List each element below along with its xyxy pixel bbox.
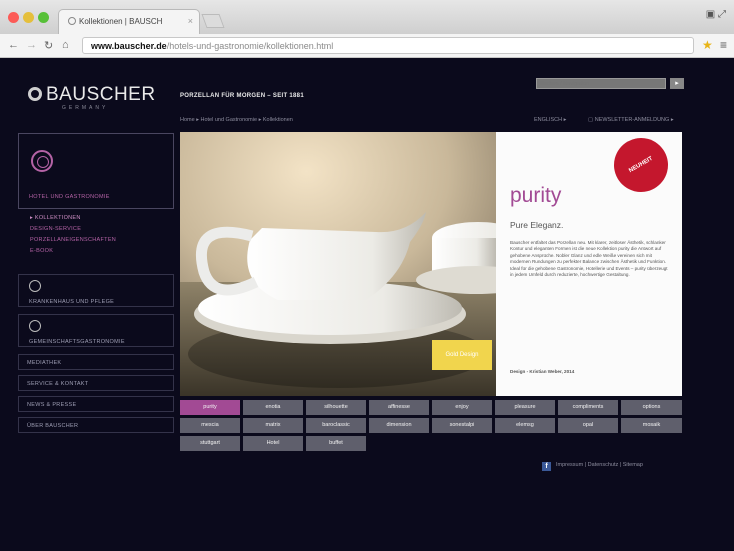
collection-opal[interactable]: opal (558, 418, 618, 433)
footer-link-list[interactable]: Impressum | Datenschutz | Sitemap (556, 462, 643, 468)
favicon-icon (68, 17, 76, 25)
url-path: /hotels-und-gastronomie/kollektionen.htm… (166, 41, 334, 51)
collection-mescia[interactable]: mescia (180, 418, 240, 433)
logo-mark-icon (28, 87, 42, 101)
tab-title: Kollektionen | BAUSCH (79, 17, 163, 26)
zoom-window-icon[interactable] (38, 12, 49, 23)
hero-banner: NEUHEIT purity Pure Eleganz. Bauscher en… (180, 132, 682, 396)
sidebar-label: GEMEINSCHAFTSGASTRONOMIE (29, 339, 125, 345)
sidebar-item-service[interactable]: SERVICE & KONTAKT (18, 375, 174, 391)
window-controls-icon[interactable]: ▣ ⤢ (706, 9, 726, 20)
collection-sonestalpi[interactable]: sonestalpi (432, 418, 492, 433)
url-domain: www.bauscher.de (91, 41, 167, 51)
back-arrow-icon[interactable]: ← (8, 39, 19, 51)
minimize-window-icon[interactable] (23, 12, 34, 23)
language-link[interactable]: ENGLISCH ▸ (534, 117, 566, 123)
collection-stuttgart[interactable]: stuttgart (180, 436, 240, 451)
collection-enjoy[interactable]: enjoy (432, 400, 492, 415)
search-button[interactable]: ▸ (670, 78, 684, 89)
circle-icon (29, 280, 41, 292)
newsletter-link[interactable]: ▢ NEWSLETTER-ANMELDUNG ▸ (588, 117, 674, 123)
collection-options[interactable]: options (621, 400, 682, 415)
new-tab-button[interactable] (201, 14, 225, 28)
sidebar-item-mediathek[interactable]: MEDIATHEK (18, 354, 174, 370)
collection-elemsg[interactable]: elemsg (495, 418, 555, 433)
sidebar-item-news[interactable]: NEWS & PRESSE (18, 396, 174, 412)
sidebar-submenu: ▸ KOLLEKTIONEN DESIGN-SERVICE PORZELLANE… (30, 213, 116, 257)
close-window-icon[interactable] (8, 12, 19, 23)
footer-links: f Impressum | Datenschutz | Sitemap (542, 462, 643, 471)
breadcrumb[interactable]: Home ▸ Hotel und Gastronomie ▸ Kollektio… (180, 117, 293, 123)
collection-purity[interactable]: purity (180, 400, 240, 415)
search-input[interactable] (536, 78, 666, 89)
sidebar-item-hotel[interactable]: HOTEL UND GASTRONOMIE (18, 133, 174, 209)
collection-silhouette[interactable]: silhouette (306, 400, 366, 415)
collection-pleasure[interactable]: pleasure (495, 400, 555, 415)
submenu-item-ebook[interactable]: E-BOOK (30, 246, 116, 257)
site-tagline: PORZELLAN FÜR MORGEN – SEIT 1881 (180, 93, 304, 99)
collection-subtitle: Pure Eleganz. (510, 220, 564, 230)
collection-description: Bauscher entfaltet das Porzellan neu. Mi… (510, 240, 668, 278)
website: BAUSCHER GERMANY PORZELLAN FÜR MORGEN – … (0, 58, 734, 551)
browser-menu-icon[interactable]: ≡ (720, 38, 727, 52)
sidebar-item-ueber[interactable]: ÜBER BAUSCHER (18, 417, 174, 433)
browser-toolbar: ← → ↻ ⌂ www.bauscher.de/hotels-und-gastr… (0, 34, 734, 58)
circle-icon (29, 320, 41, 332)
collection-dimension[interactable]: dimension (369, 418, 429, 433)
sidebar-item-gemeinschaftsgastronomie[interactable]: GEMEINSCHAFTSGASTRONOMIE (18, 314, 174, 347)
sidebar-item-krankenhaus[interactable]: KRANKENHAUS UND PFLEGE (18, 274, 174, 307)
submenu-item-porzellaneigenschaften[interactable]: PORZELLANEIGENSCHAFTEN (30, 235, 116, 246)
forward-arrow-icon[interactable]: → (26, 39, 37, 51)
bauscher-logo[interactable]: BAUSCHER (28, 84, 156, 106)
sidebar-label: KRANKENHAUS UND PFLEGE (29, 299, 115, 305)
collection-buffet[interactable]: buffet (306, 436, 366, 451)
logo-subtitle: GERMANY (62, 105, 109, 111)
tab-close-icon[interactable]: × (188, 16, 193, 26)
collection-matrix[interactable]: matrix (243, 418, 303, 433)
reload-icon[interactable]: ↻ (44, 39, 53, 52)
hotel-circle-icon (31, 150, 53, 172)
logo-text: BAUSCHER (46, 84, 156, 105)
address-bar[interactable]: www.bauscher.de/hotels-und-gastronomie/k… (82, 37, 694, 54)
collection-affinesse[interactable]: affinesse (369, 400, 429, 415)
browser-tab[interactable]: Kollektionen | BAUSCH × (58, 9, 200, 34)
collection-title: purity (510, 184, 562, 207)
browser-tab-bar: Kollektionen | BAUSCH × ▣ ⤢ (0, 0, 734, 34)
submenu-item-design-service[interactable]: DESIGN-SERVICE (30, 224, 116, 235)
home-icon[interactable]: ⌂ (62, 39, 69, 51)
design-credit: Design - Kristian Weber, 2014 (510, 369, 575, 374)
sidebar-label: HOTEL UND GASTRONOMIE (29, 194, 110, 200)
collection-hotel[interactable]: Hotel (243, 436, 303, 451)
collection-compliments[interactable]: compliments (558, 400, 618, 415)
bookmark-star-icon[interactable]: ★ (702, 38, 713, 52)
facebook-icon[interactable]: f (542, 462, 551, 471)
collection-mosaik[interactable]: mosaik (621, 418, 682, 433)
submenu-item-kollektionen[interactable]: ▸ KOLLEKTIONEN (30, 213, 116, 224)
collection-enotia[interactable]: enotia (243, 400, 303, 415)
collection-baroclassic[interactable]: baroclassic (306, 418, 366, 433)
award-badge: Gold Design (432, 340, 492, 370)
